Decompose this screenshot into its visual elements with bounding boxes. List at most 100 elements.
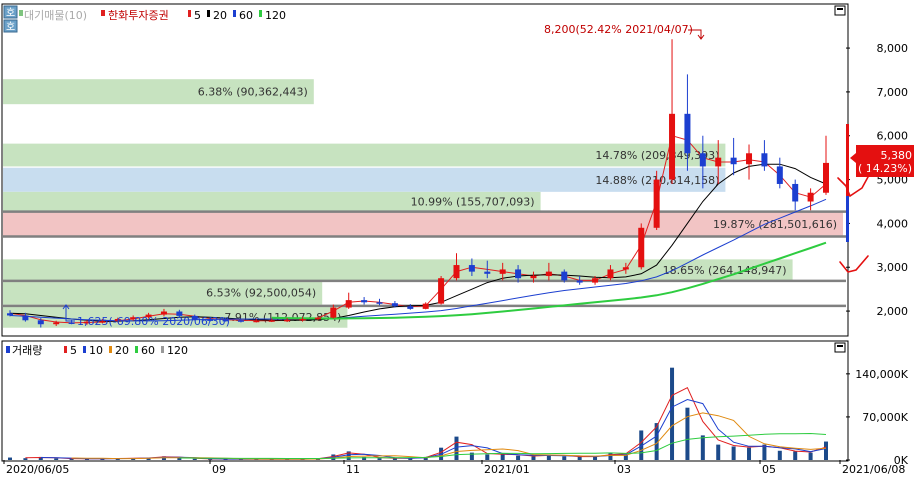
candle-body [68, 322, 75, 324]
volume-ma-swatch-5 [64, 346, 67, 353]
candle-body [622, 267, 629, 270]
candle-body [345, 300, 352, 308]
current-change: ( 14.23%) [858, 162, 912, 175]
date-tick-label: 05 [762, 463, 776, 476]
volume-bar [824, 441, 828, 460]
candle-body [484, 271, 491, 274]
ma-legend-60[interactable]: 60 [239, 9, 253, 22]
volume-bar [531, 456, 536, 460]
candle-body [237, 320, 244, 322]
volume-ma-swatch-10 [83, 346, 86, 353]
candle-body [422, 303, 429, 309]
volume-ma-legend-5[interactable]: 5 [70, 344, 77, 357]
volume-bar [685, 407, 690, 460]
ma-swatch-20 [207, 10, 210, 17]
candle-body [576, 280, 583, 283]
candle-body [653, 179, 660, 228]
price-tick-label: 3,000 [877, 261, 909, 274]
ma-legend-120[interactable]: 120 [265, 9, 286, 22]
volume-maximize-icon[interactable] [834, 342, 846, 353]
candle-body [499, 269, 506, 274]
volume-bar [700, 435, 705, 460]
volume-ma-legend-20[interactable]: 20 [115, 344, 129, 357]
candle-body [407, 306, 414, 309]
candle-body [807, 192, 814, 202]
candle-body [761, 153, 768, 167]
volume-bar [23, 458, 28, 460]
volume-bar [516, 455, 521, 460]
volume-bar [670, 367, 675, 460]
candle-body [314, 317, 321, 320]
ma-legend-5[interactable]: 5 [194, 9, 201, 22]
candle-body [561, 271, 568, 281]
stock-chart-window: 6.38% (90,362,443) 14.78% (209,349,393) 14… [0, 0, 916, 478]
candle-body [669, 113, 676, 180]
candle-body [823, 162, 829, 193]
price-tick-label: 6,000 [877, 130, 909, 143]
date-axis: 2020/06/05 09 11 2021/01 03 05 2021/06/08 [3, 460, 905, 476]
title-swatch [101, 10, 105, 16]
stock-title[interactable]: 한화투자증권 [108, 9, 169, 22]
volume-bar [716, 444, 721, 460]
candle-body [253, 320, 260, 323]
volume-bar [793, 451, 798, 460]
candle-body [361, 300, 368, 303]
maximize-icon[interactable] [834, 5, 846, 16]
date-tick-label: 2020/06/05 [6, 463, 69, 476]
ma-swatch-60 [233, 10, 236, 17]
candle-body [684, 113, 691, 154]
volume-bar [562, 456, 567, 460]
low-annotation: 1,625(-69.80% 2020/06/30) [77, 315, 230, 328]
candle-body [715, 157, 722, 167]
price-tick-label: 4,000 [877, 217, 909, 230]
volume-profile-legend[interactable]: 대기매물(10) [24, 9, 87, 22]
toggle-button-label: 호 [6, 7, 15, 19]
candle-body [268, 320, 275, 322]
volume-ma-legend-120[interactable]: 120 [167, 344, 188, 357]
volume-bar [777, 450, 782, 460]
volume-bar [377, 458, 382, 460]
candle-body [468, 265, 475, 272]
date-tick-label: 2021/01 [484, 463, 530, 476]
volume-profile-swatch [19, 10, 23, 16]
date-tick-label: 09 [212, 463, 226, 476]
ma-legend-20[interactable]: 20 [213, 9, 227, 22]
candle-body [53, 322, 60, 325]
high-annotation: 8,200(52.42% 2021/04/07) [544, 23, 693, 36]
candle-body [453, 265, 460, 279]
current-price-pointer [850, 153, 856, 163]
volume-bar [500, 453, 505, 460]
volume-panel-frame [1, 340, 849, 462]
candle-body [530, 276, 537, 279]
candle-body [776, 166, 783, 184]
current-price: 5,380 [881, 149, 913, 162]
volume-bar [747, 447, 752, 460]
price-range-bar-down [846, 196, 849, 242]
chart-canvas: 6.38% (90,362,443)14.78% (209,349,393)14… [1, 3, 914, 476]
volume-ma-swatch-60 [135, 346, 138, 353]
volume-tick-label: 140,000K [855, 368, 908, 381]
candle-body [37, 320, 44, 325]
candle-body [330, 307, 337, 318]
volume-bar [731, 446, 736, 460]
volume-axis: 0K70,000K140,000K [846, 368, 909, 467]
volume-ma-legend-10[interactable]: 10 [89, 344, 103, 357]
volume-ma-legend-60[interactable]: 60 [141, 344, 155, 357]
ma-swatch-120 [259, 10, 262, 17]
volume-profile-label: 6.38% (90,362,443) [198, 86, 308, 99]
volume-ma-swatch-20 [109, 346, 112, 353]
ma-swatch-5 [188, 10, 191, 17]
candle-body [391, 303, 398, 307]
candle-body [607, 269, 614, 279]
candle-body [376, 302, 383, 304]
price-tick-label: 2,000 [877, 305, 909, 318]
price-range-bar-up [846, 124, 849, 196]
date-tick-label: 03 [617, 463, 631, 476]
volume-bar [192, 458, 197, 460]
candle-body [22, 315, 29, 321]
candle-body [299, 318, 306, 321]
candle-body [438, 278, 445, 304]
candle-body [592, 278, 599, 283]
volume-title[interactable]: 거래량 [12, 344, 42, 357]
candle-body [515, 269, 522, 279]
